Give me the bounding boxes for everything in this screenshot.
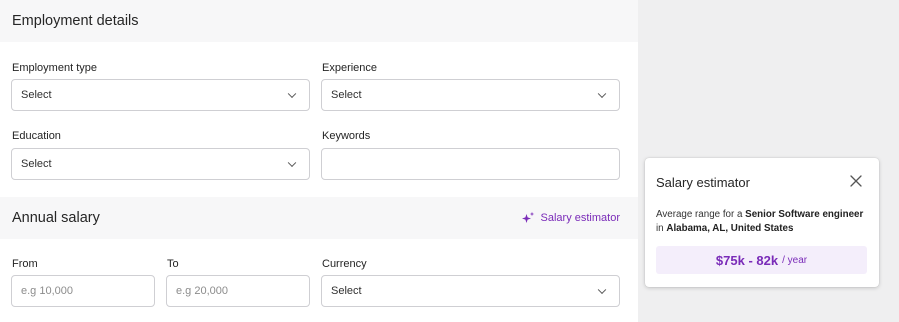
employment-details-header: Employment details	[0, 0, 638, 42]
desc-prefix: Average range for a	[656, 209, 742, 220]
sparkle-icon	[521, 211, 535, 225]
currency-select[interactable]: Select	[321, 275, 620, 307]
card-description: Average range for a Senior Software engi…	[656, 208, 872, 236]
chevron-down-icon	[288, 159, 296, 167]
chevron-down-icon	[598, 90, 606, 98]
section-title: Annual salary	[12, 210, 100, 226]
salary-estimator-card: Salary estimator Average range for a Sen…	[645, 158, 879, 287]
currency-label: Currency	[322, 258, 367, 270]
employment-type-select[interactable]: Select	[11, 79, 310, 111]
close-icon[interactable]	[849, 174, 863, 188]
to-label: To	[167, 258, 179, 270]
salary-from-input[interactable]: e.g 10,000	[11, 275, 155, 307]
select-value: Select	[331, 285, 362, 297]
section-title: Employment details	[12, 13, 139, 29]
to-placeholder: e.g 20,000	[176, 285, 228, 297]
salary-range-value: $75k - 82k	[716, 253, 778, 268]
salary-estimator-label: Salary estimator	[541, 212, 620, 224]
salary-estimator-link[interactable]: Salary estimator	[521, 211, 620, 225]
chevron-down-icon	[288, 90, 296, 98]
select-value: Select	[21, 89, 52, 101]
select-value: Select	[331, 89, 362, 101]
keywords-label: Keywords	[322, 130, 370, 142]
location: Alabama, AL, United States	[666, 223, 793, 234]
annual-salary-header: Annual salary Salary estimator	[0, 197, 638, 239]
salary-range-box: $75k - 82k / year	[656, 246, 867, 274]
from-label: From	[12, 258, 38, 270]
card-title: Salary estimator	[656, 175, 750, 190]
education-label: Education	[12, 130, 61, 142]
salary-to-input[interactable]: e.g 20,000	[166, 275, 310, 307]
from-placeholder: e.g 10,000	[21, 285, 73, 297]
experience-label: Experience	[322, 62, 377, 74]
salary-range-unit: / year	[782, 255, 807, 266]
chevron-down-icon	[598, 286, 606, 294]
experience-select[interactable]: Select	[321, 79, 620, 111]
select-value: Select	[21, 158, 52, 170]
form-panel: Employment details Employment type Selec…	[0, 0, 638, 322]
education-select[interactable]: Select	[11, 148, 310, 180]
keywords-input[interactable]	[321, 148, 620, 180]
employment-type-label: Employment type	[12, 62, 97, 74]
desc-in: in	[656, 223, 664, 234]
job-title: Senior Software engineer	[745, 209, 863, 220]
